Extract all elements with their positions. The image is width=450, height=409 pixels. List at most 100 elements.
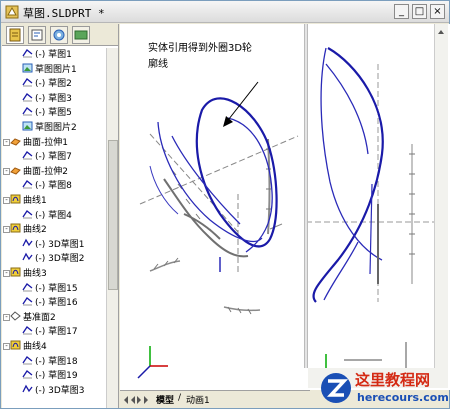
- inner-curve: [171, 135, 241, 225]
- tab-feature-tree[interactable]: [6, 26, 24, 44]
- graphics-area[interactable]: [120, 24, 450, 390]
- tree-item-label: 草图16: [48, 298, 78, 309]
- tree-item-label: 草图18: [48, 356, 78, 367]
- tab-motion-study[interactable]: 动画1: [186, 393, 210, 406]
- tree-item-label: 草图17: [48, 327, 78, 338]
- tree-item[interactable]: (-) 草图15: [22, 282, 78, 295]
- expand-toggle-icon[interactable]: -: [3, 167, 10, 175]
- tree-item[interactable]: (-) 3D草图1: [22, 238, 85, 251]
- expand-toggle-icon[interactable]: -: [3, 226, 10, 234]
- property-manager-icon: [31, 29, 43, 41]
- sketch-ticks: [153, 148, 271, 315]
- tree-item-state: (-): [35, 93, 49, 104]
- tree-item-label: 曲线3: [23, 269, 47, 279]
- feature-tree: (-) 草图1 草图图片1 (-) 草图2 (-) 草图3 (-) 草图5 草图图片2- 曲…: [2, 48, 106, 408]
- tab-separator: /: [178, 393, 182, 403]
- tree-item-label: 草图7: [48, 152, 72, 163]
- curve-icon: [10, 223, 21, 233]
- tree-item[interactable]: (-) 草图18: [22, 355, 78, 368]
- plane-icon: [10, 311, 21, 321]
- scroll-up-arrow-icon[interactable]: [435, 26, 447, 38]
- tree-item[interactable]: (-) 3D草图2: [22, 252, 85, 265]
- watermark-site: herecours.com: [357, 391, 449, 404]
- outer-3d-profile-curve-side: [312, 47, 384, 303]
- tree-item[interactable]: - 曲线1: [3, 194, 47, 207]
- title-bar[interactable]: 草图.SLDPRT * _ □ ×: [1, 1, 449, 23]
- sketch-icon: [22, 355, 33, 365]
- restore-button[interactable]: □: [412, 4, 427, 19]
- tree-item[interactable]: (-) 草图8: [22, 179, 72, 192]
- viewport-vertical-scrollbar[interactable]: [434, 24, 448, 368]
- tree-item[interactable]: (-) 3D草图3: [22, 384, 85, 397]
- sketch-curve: [149, 260, 181, 272]
- tree-item-label: 草图图片1: [35, 64, 77, 75]
- tree-item-label: 曲线1: [23, 196, 47, 206]
- sketch-icon: [22, 77, 33, 87]
- feature-manager-tabs: [2, 24, 118, 46]
- sketch-curve: [163, 178, 249, 258]
- part-document-icon: [5, 5, 19, 19]
- sketch-icon: [22, 106, 33, 116]
- tree-item-state: (-): [35, 108, 49, 119]
- expand-toggle-icon[interactable]: -: [3, 313, 10, 321]
- sketch-picture-icon: [22, 63, 33, 73]
- expand-toggle-icon[interactable]: -: [3, 197, 10, 204]
- tree-item[interactable]: - 基准面2: [3, 311, 56, 324]
- tree-item[interactable]: (-) 草图2: [22, 77, 72, 90]
- tab-configuration-manager[interactable]: [50, 26, 68, 44]
- tree-item-label: 曲面-拉伸1: [23, 137, 68, 148]
- sketch-icon: [22, 209, 33, 219]
- tab-display-manager[interactable]: [72, 26, 90, 44]
- sketch-icon: [22, 296, 33, 306]
- tree-item[interactable]: - 曲线2: [3, 223, 47, 236]
- curve-icon: [10, 194, 21, 204]
- tab-property-manager[interactable]: [28, 26, 46, 44]
- tree-item-label: 曲线4: [23, 342, 47, 352]
- viewport-split-divider[interactable]: [304, 24, 308, 368]
- tree-item-label: 曲线2: [23, 225, 47, 236]
- tree-item[interactable]: (-) 草图3: [22, 92, 72, 105]
- feature-tree-icon: [9, 28, 21, 42]
- scrollbar-thumb[interactable]: [108, 140, 118, 290]
- model-graphics: [137, 47, 440, 379]
- tree-item[interactable]: 草图图片1: [22, 63, 77, 76]
- tree-item[interactable]: (-) 草图17: [22, 325, 78, 338]
- tree-item[interactable]: (-) 草图4: [22, 209, 72, 222]
- tree-item-label: 草图2: [48, 79, 72, 90]
- tree-item-state: (-): [35, 181, 49, 192]
- tree-item[interactable]: - 曲线3: [3, 267, 47, 280]
- tab-model[interactable]: 模型: [156, 393, 174, 406]
- configuration-manager-icon: [53, 29, 65, 41]
- tree-item[interactable]: (-) 草图5: [22, 106, 72, 119]
- sketch-icon: [22, 282, 33, 292]
- tree-item[interactable]: (-) 草图16: [22, 296, 78, 309]
- side-curve: [325, 63, 369, 155]
- tree-item-state: (-): [35, 152, 49, 163]
- minimize-button[interactable]: _: [394, 4, 409, 19]
- tree-item[interactable]: - 曲面-拉伸2: [3, 165, 68, 178]
- expand-toggle-icon[interactable]: -: [3, 343, 10, 350]
- close-button[interactable]: ×: [430, 4, 445, 19]
- curve-icon: [10, 267, 21, 277]
- solidworks-part-window: 草图.SLDPRT * _ □ × (-) 草图1 草图图片1 (-) 草图2 (-)…: [0, 0, 450, 409]
- tree-item[interactable]: - 曲线4: [3, 340, 47, 353]
- tab-scroll-arrows-icon[interactable]: [122, 394, 150, 406]
- tree-item-state: (-): [35, 50, 49, 60]
- side-curve: [320, 47, 383, 261]
- tree-item-label: 草图4: [48, 210, 72, 221]
- tree-item[interactable]: (-) 草图19: [22, 369, 78, 382]
- sketch3d-icon: [22, 384, 33, 394]
- window-title: 草图.SLDPRT *: [23, 7, 105, 20]
- curve-icon: [10, 340, 21, 350]
- annotation-callout: 实体引用得到外圈3D轮 廓线: [148, 41, 298, 73]
- tree-item[interactable]: 草图图片2: [22, 121, 77, 134]
- expand-toggle-icon[interactable]: -: [3, 270, 10, 277]
- tree-item[interactable]: (-) 草图7: [22, 150, 72, 163]
- feature-tree-scrollbar[interactable]: [106, 48, 118, 408]
- tree-item[interactable]: - 曲面-拉伸1: [3, 136, 68, 149]
- watermark-logo-icon: [321, 373, 351, 403]
- expand-toggle-icon[interactable]: -: [3, 138, 10, 146]
- sketch-picture-icon: [22, 121, 33, 131]
- tree-item[interactable]: (-) 草图1: [22, 48, 72, 61]
- tree-item-label: 草图图片2: [35, 123, 77, 133]
